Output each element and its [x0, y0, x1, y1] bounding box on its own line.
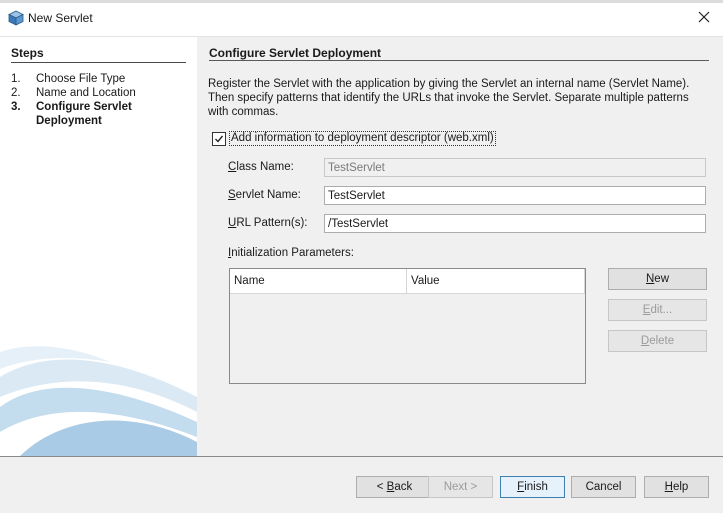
- title-bar: New Servlet: [0, 0, 723, 37]
- help-button[interactable]: Help: [644, 476, 709, 498]
- url-pattern-field[interactable]: [324, 214, 706, 233]
- label-text: RL Pattern(s):: [236, 217, 308, 229]
- add-info-checkbox[interactable]: [212, 132, 226, 146]
- servlet-name-field[interactable]: [324, 186, 706, 205]
- delete-button[interactable]: Delete: [608, 330, 707, 352]
- label-text: ervlet Name:: [235, 189, 301, 201]
- column-header-value[interactable]: Value: [407, 269, 585, 293]
- button-label: ew: [654, 273, 669, 285]
- url-pattern-label: URL Pattern(s):: [228, 217, 307, 229]
- class-name-field[interactable]: [324, 158, 706, 177]
- finish-button[interactable]: Finish: [500, 476, 565, 498]
- add-info-checkbox-label[interactable]: Add information to deployment descriptor…: [229, 131, 496, 146]
- label-text: nitialization Parameters:: [231, 247, 354, 259]
- step-number: 1.: [11, 73, 21, 85]
- steps-divider: [11, 62, 186, 63]
- button-prefix: <: [376, 481, 387, 493]
- step-number: 3.: [11, 101, 21, 113]
- description-text: Register the Servlet with the applicatio…: [208, 78, 690, 118]
- window-title: New Servlet: [28, 11, 93, 25]
- close-icon[interactable]: [695, 8, 713, 26]
- button-label: ack: [394, 481, 413, 493]
- content-panel: Configure Servlet Deployment Register th…: [197, 37, 723, 456]
- button-label: elete: [649, 335, 675, 347]
- mnemonic: H: [664, 481, 673, 493]
- init-params-table[interactable]: Name Value: [229, 268, 586, 384]
- title-bar-top-strip: [0, 0, 723, 3]
- label-text: lass Name:: [236, 161, 294, 173]
- new-button[interactable]: New: [608, 268, 707, 290]
- swoosh-decoration: [0, 346, 197, 456]
- init-params-label: Initialization Parameters:: [228, 247, 354, 259]
- button-label: elp: [672, 481, 689, 493]
- class-name-label: Class Name:: [228, 161, 294, 173]
- mnemonic: D: [640, 335, 650, 347]
- step-label: Choose File Type: [36, 73, 126, 85]
- section-divider: [209, 60, 709, 61]
- step-label: Name and Location: [36, 87, 136, 99]
- button-label: dit...: [650, 304, 673, 316]
- steps-panel: Steps 1. Choose File Type 2. Name and Lo…: [0, 37, 197, 456]
- button-label: inish: [524, 481, 548, 493]
- edit-button[interactable]: Edit...: [608, 299, 707, 321]
- step-label: Configure Servlet Deployment: [36, 101, 132, 127]
- servlet-name-label: Servlet Name:: [228, 189, 301, 201]
- back-button[interactable]: < Back: [356, 476, 433, 498]
- checkmark-icon: [215, 135, 224, 143]
- netbeans-cube-icon: [8, 10, 24, 26]
- next-button[interactable]: Next >: [428, 476, 493, 498]
- mnemonic: S: [228, 189, 236, 201]
- steps-title: Steps: [11, 46, 44, 60]
- table-header: Name Value: [230, 269, 585, 294]
- column-header-name[interactable]: Name: [230, 269, 407, 293]
- cancel-button[interactable]: Cancel: [571, 476, 636, 498]
- section-title: Configure Servlet Deployment: [209, 46, 382, 60]
- step-number: 2.: [11, 87, 21, 99]
- button-bar: < Back Next > Finish Cancel Help: [0, 456, 723, 513]
